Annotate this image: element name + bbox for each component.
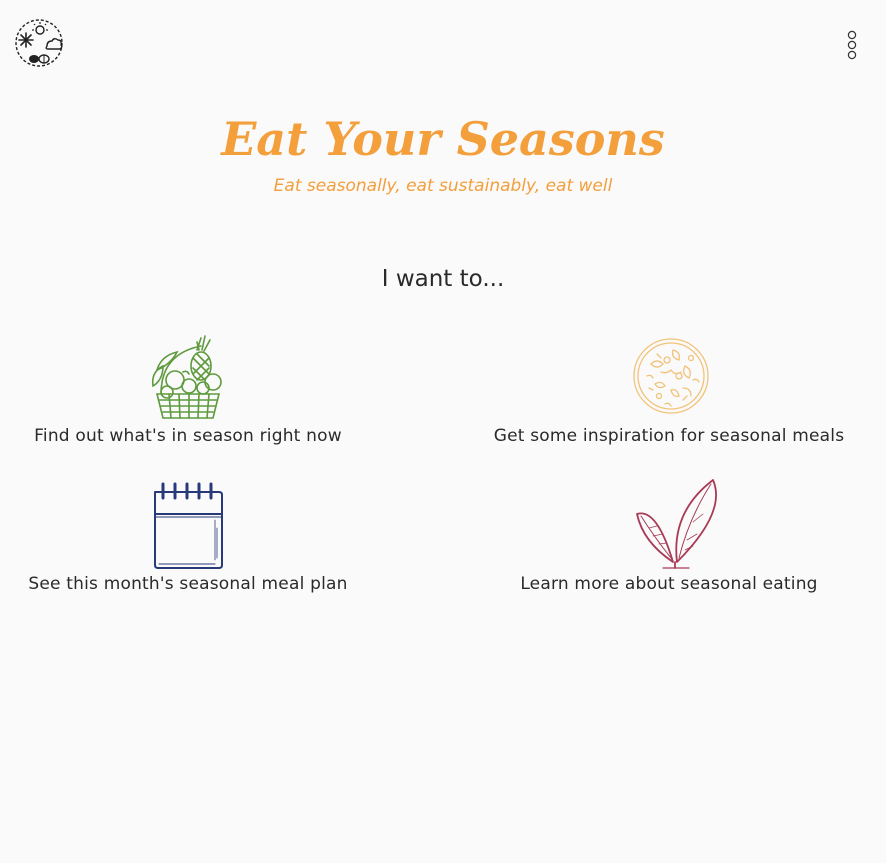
option-inspiration[interactable]: Get some inspiration for seasonal meals	[458, 330, 886, 446]
calendar-notepad-icon	[143, 478, 233, 572]
site-title: Eat Your Seasons	[221, 112, 665, 166]
home-page: Eat Your Seasons Eat seasonally, eat sus…	[0, 0, 886, 863]
seasons-logo-icon[interactable]	[14, 18, 64, 68]
option-learn[interactable]: Learn more about seasonal eating	[458, 478, 886, 594]
hero-section: Eat Your Seasons Eat seasonally, eat sus…	[0, 108, 886, 196]
vertical-dots-menu-icon[interactable]	[842, 30, 862, 64]
option-label: See this month's seasonal meal plan	[28, 574, 348, 594]
options-prompt: I want to...	[381, 266, 505, 292]
meal-plate-icon	[633, 330, 723, 424]
option-label: Learn more about seasonal eating	[520, 574, 818, 594]
option-label: Get some inspiration for seasonal meals	[493, 426, 845, 446]
sprout-leaves-icon	[633, 478, 723, 572]
option-label: Find out what's in season right now	[34, 426, 342, 446]
site-tagline: Eat seasonally, eat sustainably, eat wel…	[273, 176, 613, 196]
produce-basket-icon	[143, 330, 233, 424]
option-in-season[interactable]: Find out what's in season right now	[0, 330, 376, 446]
option-meal-plan[interactable]: See this month's seasonal meal plan	[0, 478, 376, 594]
